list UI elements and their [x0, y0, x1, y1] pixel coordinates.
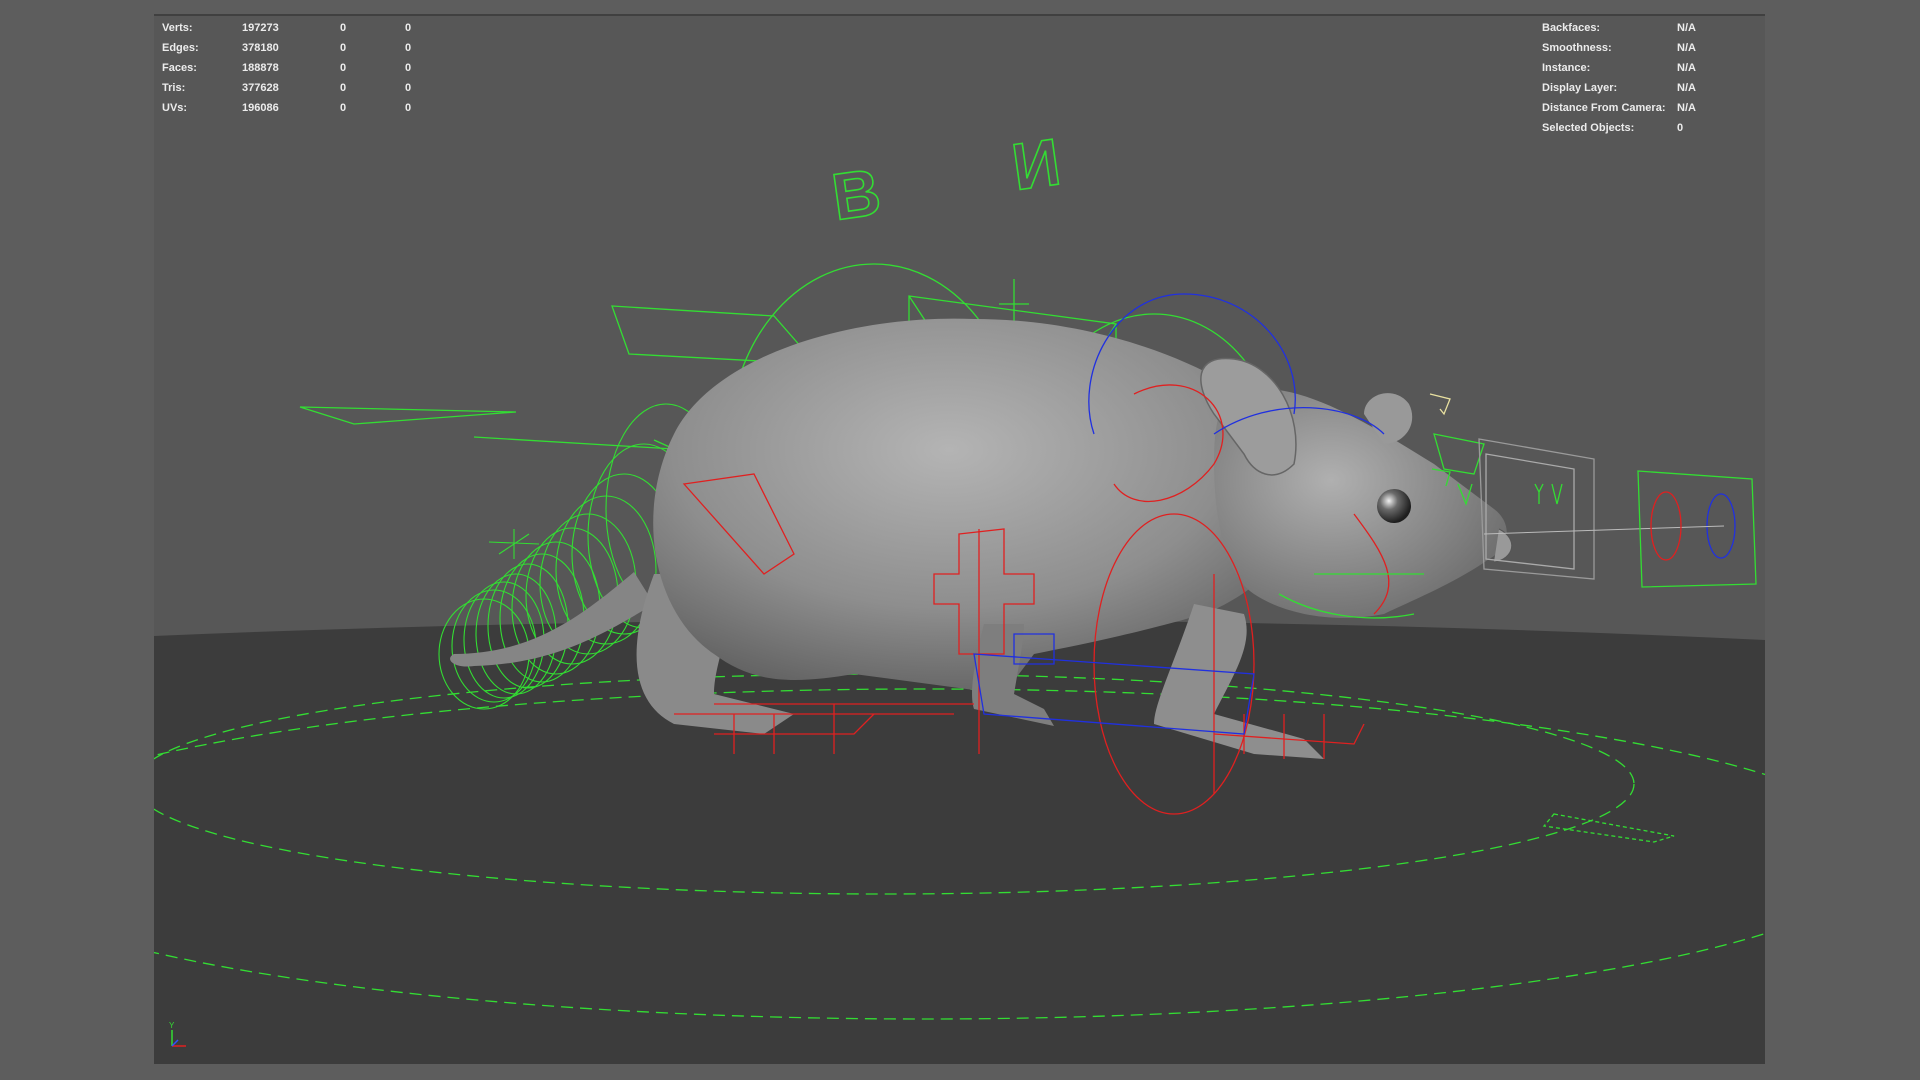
view-axis-indicator: Y [169, 1021, 186, 1047]
z-axis-line [171, 1039, 179, 1047]
hud-value: N/A [1677, 62, 1696, 74]
hud-value: N/A [1677, 42, 1696, 54]
hud-value: 0 [1677, 122, 1684, 134]
hud-label: Faces: [162, 62, 197, 74]
hud-label: Distance From Camera: [1542, 102, 1666, 114]
hud-value-selected: 0 [340, 62, 347, 74]
whisker-lightning-control[interactable] [1429, 393, 1451, 416]
scene-canvas[interactable]: B И [154, 14, 1765, 1064]
hud-value: N/A [1677, 102, 1696, 114]
hud-value-total: 377628 [242, 82, 279, 94]
hud-label: Backfaces: [1542, 22, 1601, 34]
hud-label: Verts: [162, 22, 193, 34]
hud-value-total: 196086 [242, 102, 279, 114]
hud-label: UVs: [162, 102, 188, 114]
eye-aim-glyph-right [1551, 483, 1563, 505]
eye-aim-glyph-left [1534, 483, 1544, 504]
hud-value: N/A [1677, 22, 1696, 34]
rig-letter-control-left[interactable]: B [827, 153, 886, 235]
viewport-panel[interactable]: B И Verts: 197273 0 0 Edges: 378180 0 0 … [154, 14, 1765, 1064]
hud-value-total: 197273 [242, 22, 279, 34]
hud-label: Selected Objects: [1542, 122, 1635, 134]
hud-value-selected: 0 [340, 82, 347, 94]
hud-value-total: 188878 [242, 62, 279, 74]
axis-indicator-label: Y [169, 1021, 175, 1030]
hud-value: N/A [1677, 82, 1696, 94]
hud-value-total: 378180 [242, 42, 279, 54]
hud-value-component: 0 [405, 22, 412, 34]
hud-value-selected: 0 [340, 22, 347, 34]
hud-value-selected: 0 [340, 102, 347, 114]
hud-value-component: 0 [405, 42, 412, 54]
hud-value-component: 0 [405, 102, 412, 114]
hud-value-component: 0 [405, 82, 412, 94]
rat-eye [1377, 489, 1411, 523]
hud-label: Display Layer: [1542, 82, 1618, 94]
eye-target-red[interactable] [1650, 491, 1682, 561]
back-line-control[interactable] [473, 436, 675, 450]
hud-label: Tris: [162, 82, 186, 94]
back-arrow-control[interactable] [299, 406, 517, 425]
hud-label: Smoothness: [1542, 42, 1612, 54]
hud-label: Instance: [1542, 62, 1591, 74]
eye-aim-line [1483, 525, 1725, 535]
rig-letter-control-right[interactable]: И [1007, 123, 1066, 204]
hud-value-component: 0 [405, 62, 412, 74]
hud-value-selected: 0 [340, 42, 347, 54]
hud-label: Edges: [162, 42, 199, 54]
jaw-box-control[interactable] [1433, 433, 1485, 475]
eye-target-box[interactable] [1637, 470, 1757, 588]
